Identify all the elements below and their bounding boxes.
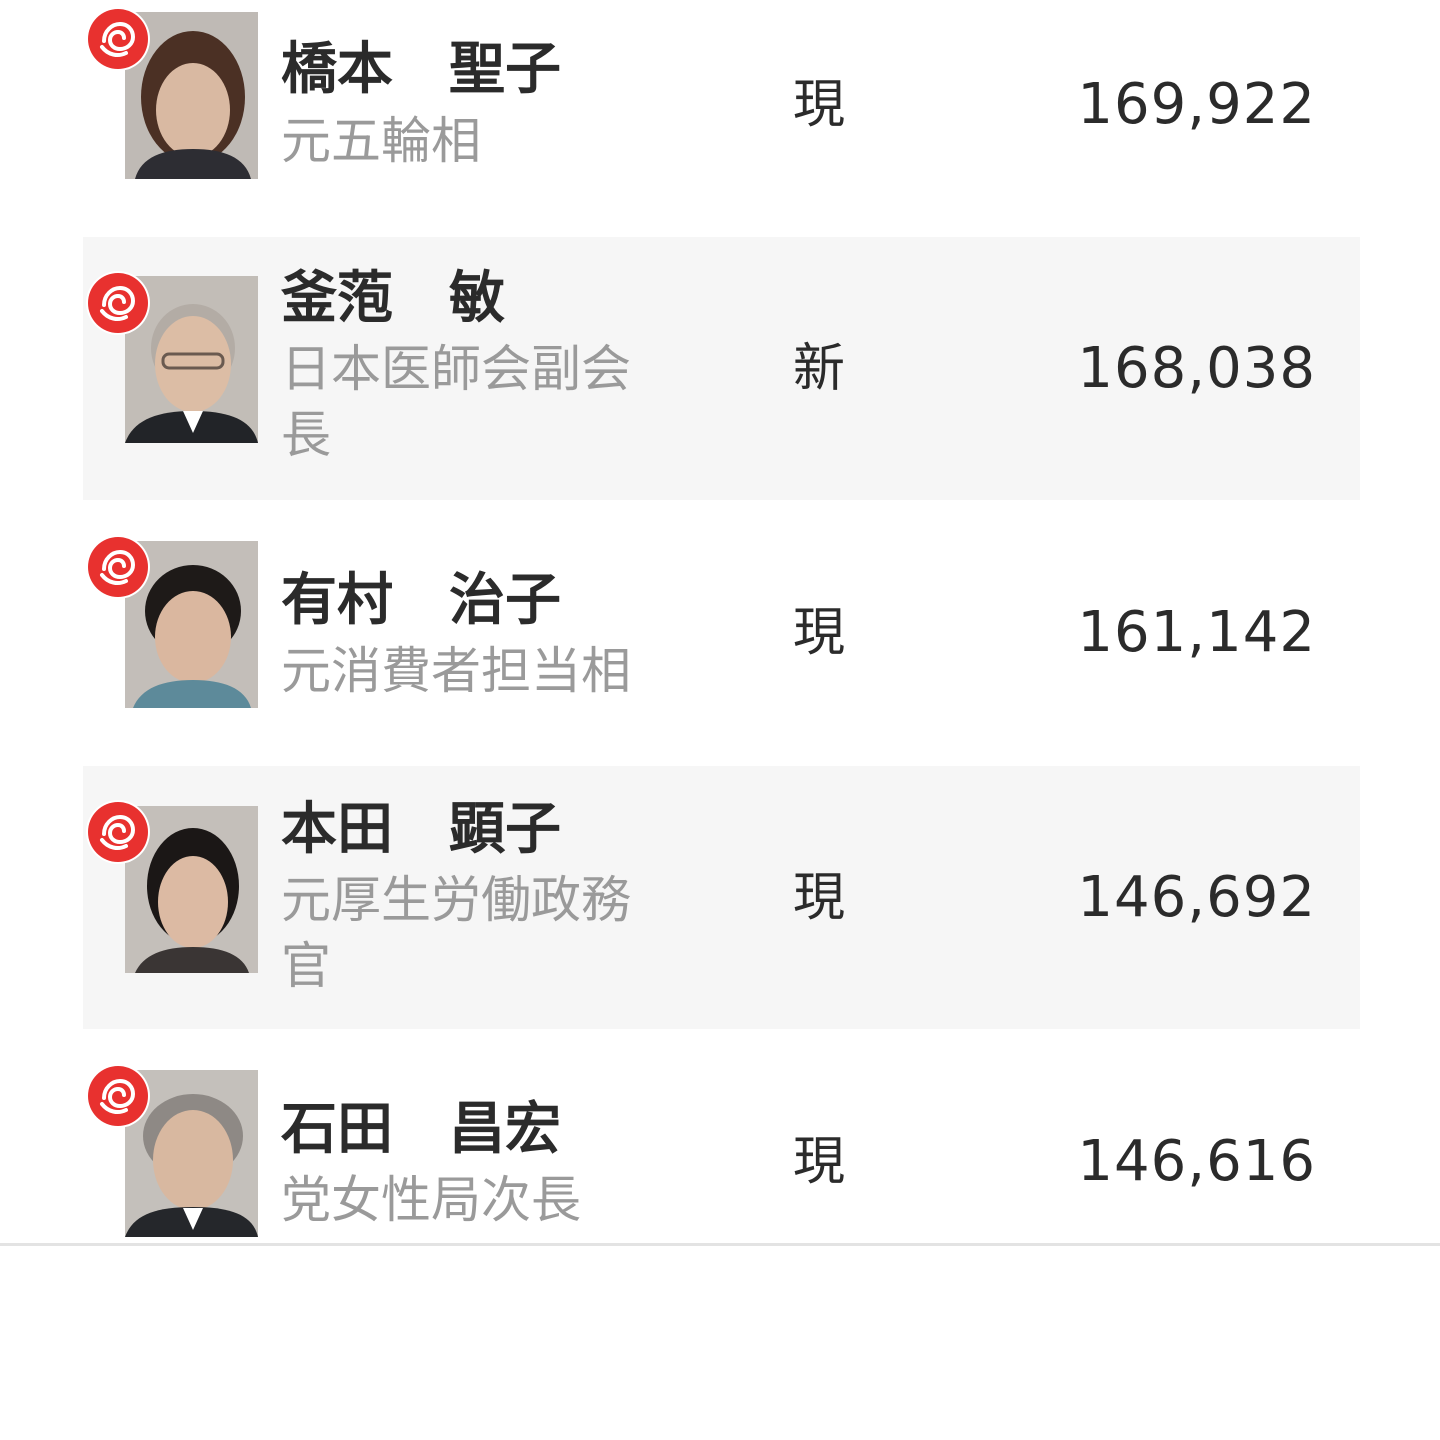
rose-icon	[86, 7, 150, 71]
vote-count: 169,922	[1077, 72, 1316, 137]
candidate-row[interactable]: 本田 顕子 元厚生労働政務官 現 146,692	[83, 766, 1360, 1029]
vote-count: 168,038	[1077, 336, 1316, 401]
incumbency-status: 現	[793, 75, 846, 135]
vote-count: 146,616	[1077, 1129, 1316, 1194]
candidate-title: 党女性局次長	[281, 1171, 581, 1229]
incumbency-status: 現	[793, 603, 846, 663]
candidate-list: 橋本 聖子 元五輪相 現 169,922 釜萢 敏 日本医師会副会長 新 168…	[0, 0, 1440, 1246]
candidate-title: 元厚生労働政務官	[281, 871, 631, 995]
candidate-name: 石田 昌宏	[281, 1097, 561, 1162]
vote-count: 161,142	[1077, 600, 1316, 665]
candidate-name: 有村 治子	[281, 568, 561, 633]
candidate-row[interactable]: 橋本 聖子 元五輪相 現 169,922	[83, 0, 1360, 236]
rose-icon	[86, 535, 150, 599]
incumbency-status: 新	[793, 339, 846, 399]
rose-icon	[86, 271, 150, 335]
candidate-row[interactable]: 有村 治子 元消費者担当相 現 161,142	[83, 501, 1360, 764]
incumbency-status: 現	[793, 868, 846, 928]
candidate-name: 釜萢 敏	[281, 266, 505, 331]
rose-icon	[86, 1064, 150, 1128]
candidate-title: 元消費者担当相	[281, 642, 631, 700]
vote-count: 146,692	[1077, 865, 1316, 930]
incumbency-status: 現	[793, 1132, 846, 1192]
candidate-title: 日本医師会副会長	[281, 340, 631, 464]
candidate-name: 橋本 聖子	[281, 37, 561, 102]
candidate-row[interactable]: 釜萢 敏 日本医師会副会長 新 168,038	[83, 237, 1360, 500]
candidate-title: 元五輪相	[281, 112, 481, 170]
rose-icon	[86, 800, 150, 864]
candidate-row[interactable]: 石田 昌宏 党女性局次長 現 146,616	[83, 1030, 1360, 1293]
candidate-name: 本田 顕子	[281, 797, 561, 862]
